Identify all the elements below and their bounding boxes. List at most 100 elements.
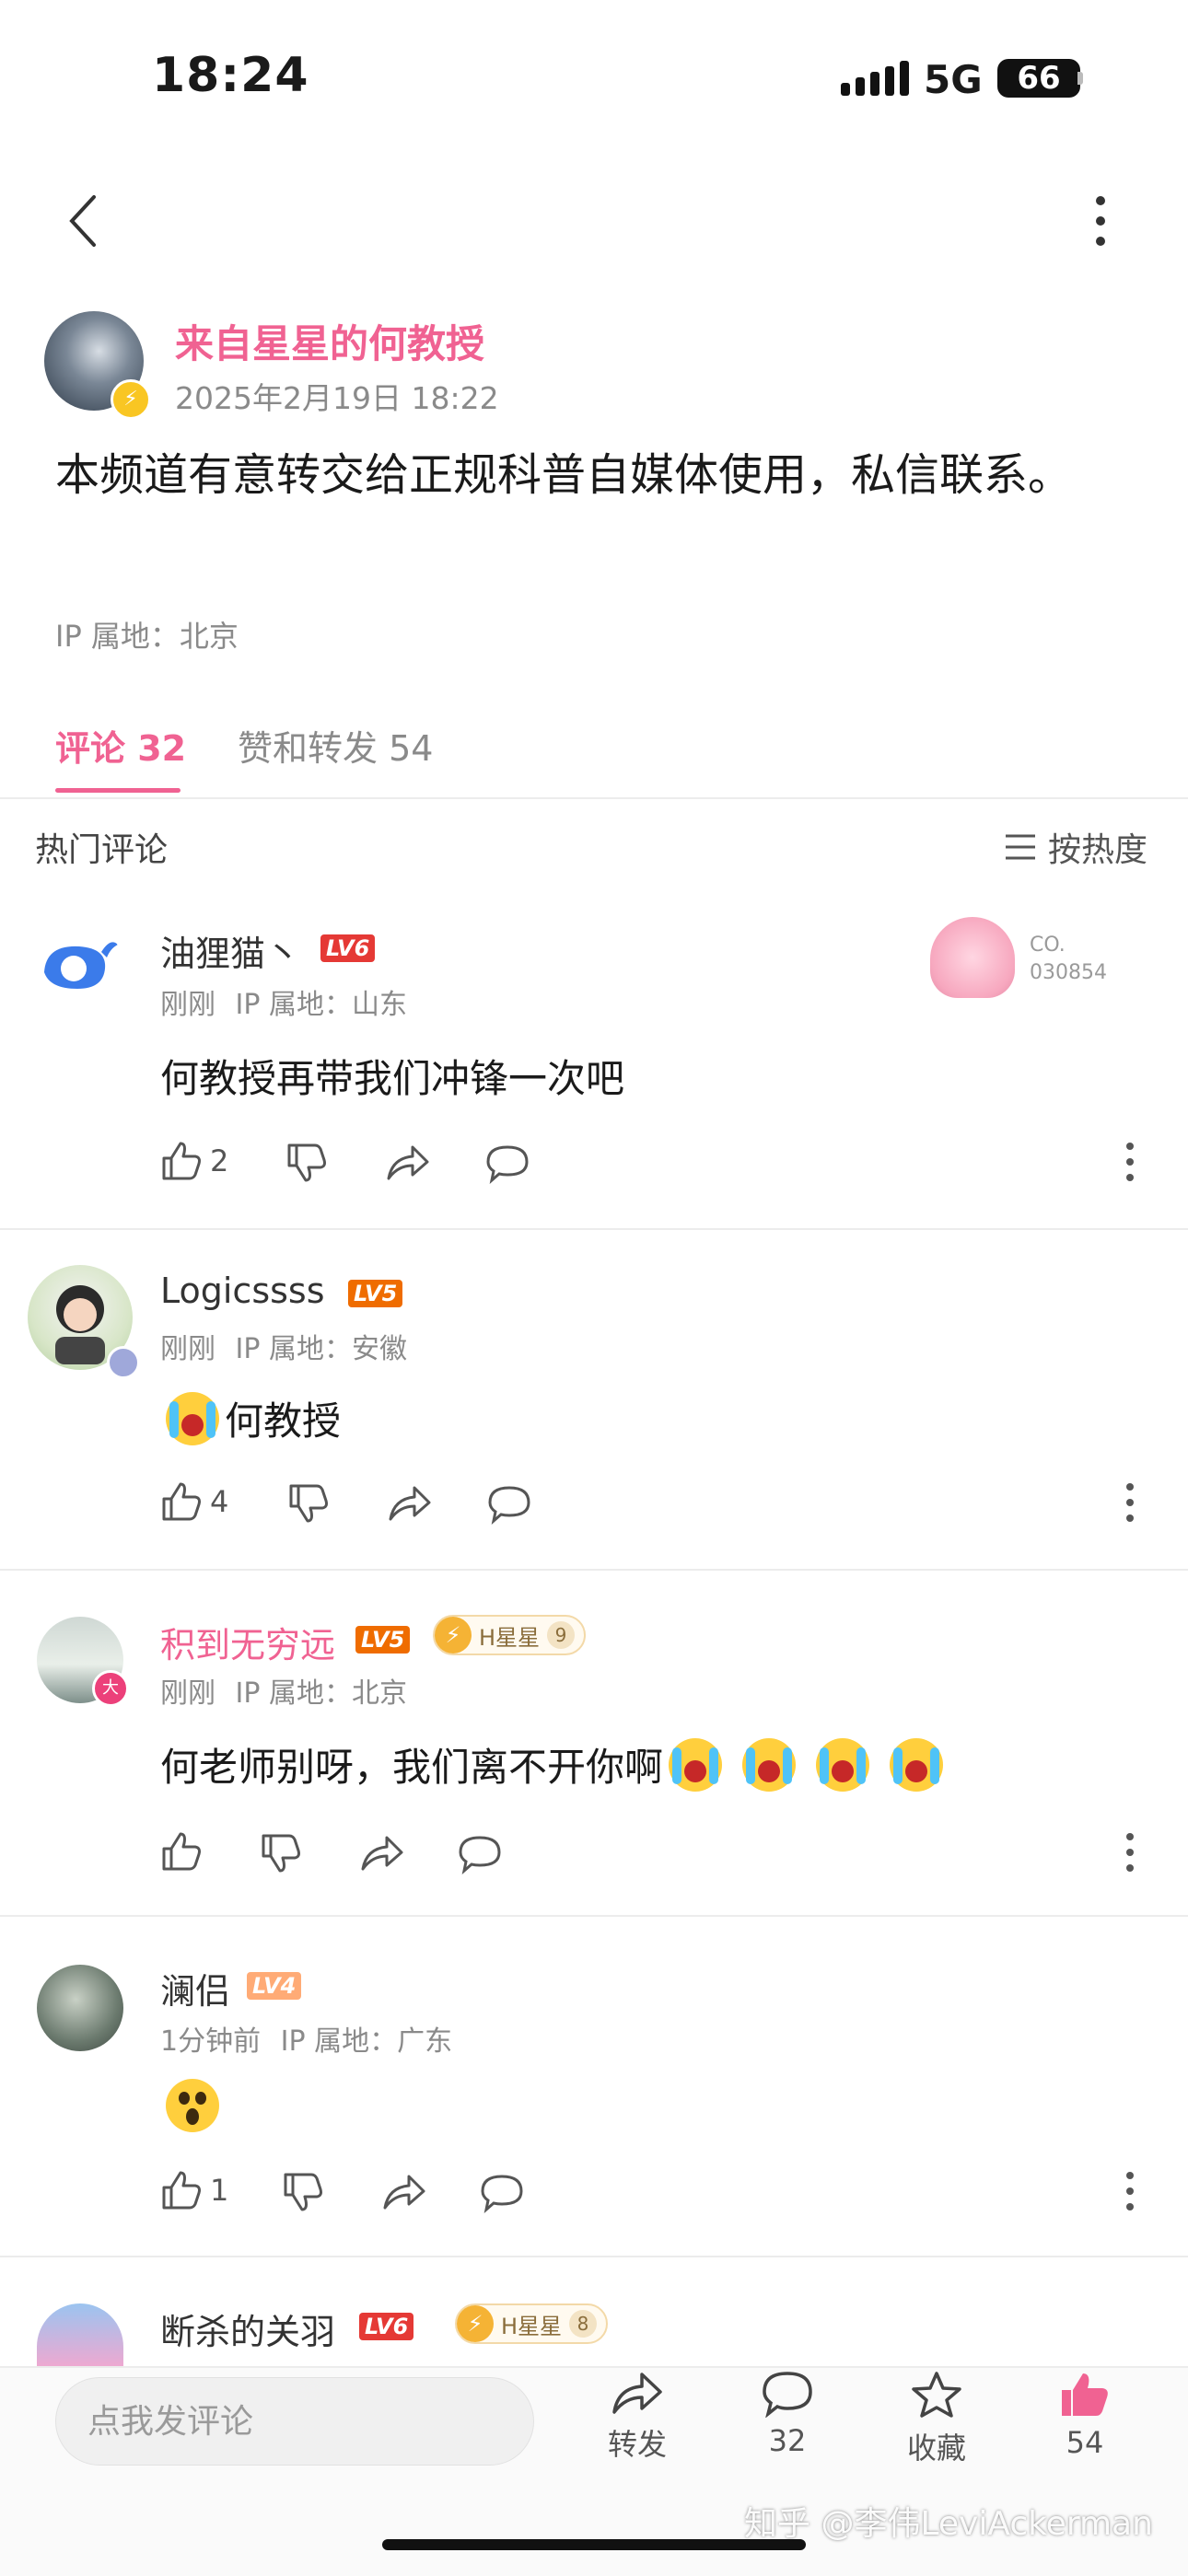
favorite-label: 收藏 xyxy=(906,2431,966,2466)
battery-tip xyxy=(1077,72,1083,85)
share-icon xyxy=(387,1145,429,1180)
whale-avatar-icon xyxy=(44,942,118,989)
share-icon xyxy=(361,1836,403,1871)
tab-comments[interactable]: 评论 32 xyxy=(55,720,186,771)
comment-time: 刚刚 xyxy=(160,1333,215,1365)
sort-button[interactable]: 按热度 xyxy=(1004,823,1147,871)
signal-icon xyxy=(841,61,909,96)
comment-input[interactable]: 点我发评论 xyxy=(55,2377,534,2466)
comment-time: 刚刚 xyxy=(160,989,215,1021)
comment-more-button[interactable] xyxy=(1125,2171,1135,2215)
reply-button[interactable] xyxy=(479,2173,525,2217)
like-count: 2 xyxy=(210,1143,229,1178)
like-button[interactable]: 1 xyxy=(160,2169,228,2211)
repost-button[interactable]: 转发 xyxy=(582,2370,693,2464)
crying-emoji-icon xyxy=(816,1737,870,1792)
dislike-button[interactable] xyxy=(282,2171,324,2217)
comment-meta: 刚刚 IP 属地：山东 xyxy=(160,981,407,1022)
like-button[interactable]: 2 xyxy=(160,1140,228,1182)
battery-icon: 66 xyxy=(997,59,1080,98)
share-button[interactable] xyxy=(387,1484,433,1526)
like-button[interactable]: 4 xyxy=(160,1480,228,1523)
level-badge: LV5 xyxy=(355,1626,411,1654)
comment-text: 何老师别呀，我们离不开你啊 xyxy=(160,1745,664,1790)
dislike-button[interactable] xyxy=(260,1832,302,1878)
comment-bubble-icon xyxy=(481,2175,523,2214)
watermark: 知乎 @李伟LeviAckerman xyxy=(744,2505,1153,2543)
comment-avatar[interactable] xyxy=(37,2303,123,2368)
like-count: 54 xyxy=(1066,2425,1104,2460)
hstar-badge[interactable]: ⚡ H星星 9 xyxy=(433,1615,587,1655)
dislike-button[interactable] xyxy=(287,1482,330,1528)
post-author-name[interactable]: 来自星星的何教授 xyxy=(175,313,484,369)
like-post-button[interactable]: 54 xyxy=(1030,2370,1140,2460)
like-button[interactable] xyxy=(160,1830,203,1876)
verified-badge-icon xyxy=(107,1346,140,1379)
comment-more-button[interactable] xyxy=(1125,1482,1135,1526)
comment-ip: IP 属地：北京 xyxy=(235,1677,408,1710)
thumbs-up-filled-icon xyxy=(1062,2373,1108,2416)
comment-bubble-icon xyxy=(459,1836,501,1875)
comment-time: 刚刚 xyxy=(160,1677,215,1710)
comment-more-button[interactable] xyxy=(1125,1832,1135,1876)
comment-text-row xyxy=(166,2079,219,2136)
divider xyxy=(0,1569,1188,1571)
comment-time: 1分钟前 xyxy=(160,2025,262,2058)
comment-author-name[interactable]: Logicssss xyxy=(160,1271,325,1311)
favorite-button[interactable]: 收藏 xyxy=(881,2370,992,2467)
sort-label: 按热度 xyxy=(1048,831,1148,869)
share-icon xyxy=(389,1486,431,1521)
more-options-button[interactable] xyxy=(1077,191,1124,250)
divider xyxy=(0,1915,1188,1917)
comment-author-name[interactable]: 油狸猫丶 xyxy=(160,925,300,976)
dislike-button[interactable] xyxy=(285,1142,328,1188)
shocked-emoji-icon xyxy=(166,2079,219,2132)
thumbs-up-icon xyxy=(162,1482,201,1521)
repost-label: 转发 xyxy=(607,2427,667,2462)
more-vertical-icon xyxy=(1126,1483,1134,1522)
thumbs-down-icon xyxy=(284,2173,322,2211)
hstar-label: H星星 xyxy=(479,1624,541,1651)
comment-text: 何教授 xyxy=(225,1398,342,1444)
reply-button[interactable] xyxy=(457,1834,503,1878)
tab-likes-reposts[interactable]: 赞和转发 54 xyxy=(238,720,433,771)
decoration-badge-line1: CO. xyxy=(1030,934,1066,957)
comments-button[interactable]: 32 xyxy=(732,2370,843,2458)
thumbs-up-icon xyxy=(162,1832,201,1871)
comment-meta: 1分钟前 IP 属地：广东 xyxy=(160,2018,452,2059)
divider xyxy=(0,2256,1188,2257)
comment-ip: IP 属地：山东 xyxy=(235,989,408,1021)
level-badge: LV4 xyxy=(247,1972,302,2000)
home-indicator[interactable] xyxy=(382,2539,806,2550)
thumbs-up-icon xyxy=(162,2171,201,2210)
comment-author-name[interactable]: 澜侣 xyxy=(160,1963,230,2013)
share-button[interactable] xyxy=(359,1834,405,1876)
back-button[interactable] xyxy=(53,191,112,250)
share-button[interactable] xyxy=(385,1143,431,1186)
share-button[interactable] xyxy=(381,2173,427,2215)
lightning-icon: ⚡ xyxy=(435,1617,472,1654)
thumbs-down-icon xyxy=(262,1834,300,1873)
comment-ip: IP 属地：安徽 xyxy=(235,1333,408,1365)
hstar-badge[interactable]: ⚡ H星星 8 xyxy=(455,2303,609,2344)
divider xyxy=(0,1228,1188,1230)
decoration-badge-text: CO. 030854 xyxy=(1030,932,1107,987)
lightning-icon: ⚡ xyxy=(457,2305,494,2342)
reply-button[interactable] xyxy=(486,1484,532,1528)
comment-author-name[interactable]: 积到无穷远 xyxy=(160,1617,335,1667)
hstar-count: 9 xyxy=(547,1621,576,1649)
crying-emoji-icon xyxy=(890,1737,944,1792)
comment-avatar[interactable] xyxy=(37,921,122,1005)
comment-more-button[interactable] xyxy=(1125,1142,1135,1186)
more-vertical-icon xyxy=(1096,196,1105,246)
list-icon xyxy=(1006,834,1035,860)
hot-comments-title: 热门评论 xyxy=(35,831,169,869)
comment-meta: 刚刚 IP 属地：北京 xyxy=(160,1670,407,1711)
comment-meta: 刚刚 IP 属地：安徽 xyxy=(160,1326,407,1366)
level-badge: LV6 xyxy=(320,934,376,962)
chevron-left-icon xyxy=(69,195,96,247)
comment-avatar[interactable] xyxy=(37,1965,123,2051)
reply-button[interactable] xyxy=(484,1143,530,1188)
comment-author-name[interactable]: 断杀的关羽 xyxy=(160,2303,335,2354)
like-count: 4 xyxy=(210,1484,229,1519)
